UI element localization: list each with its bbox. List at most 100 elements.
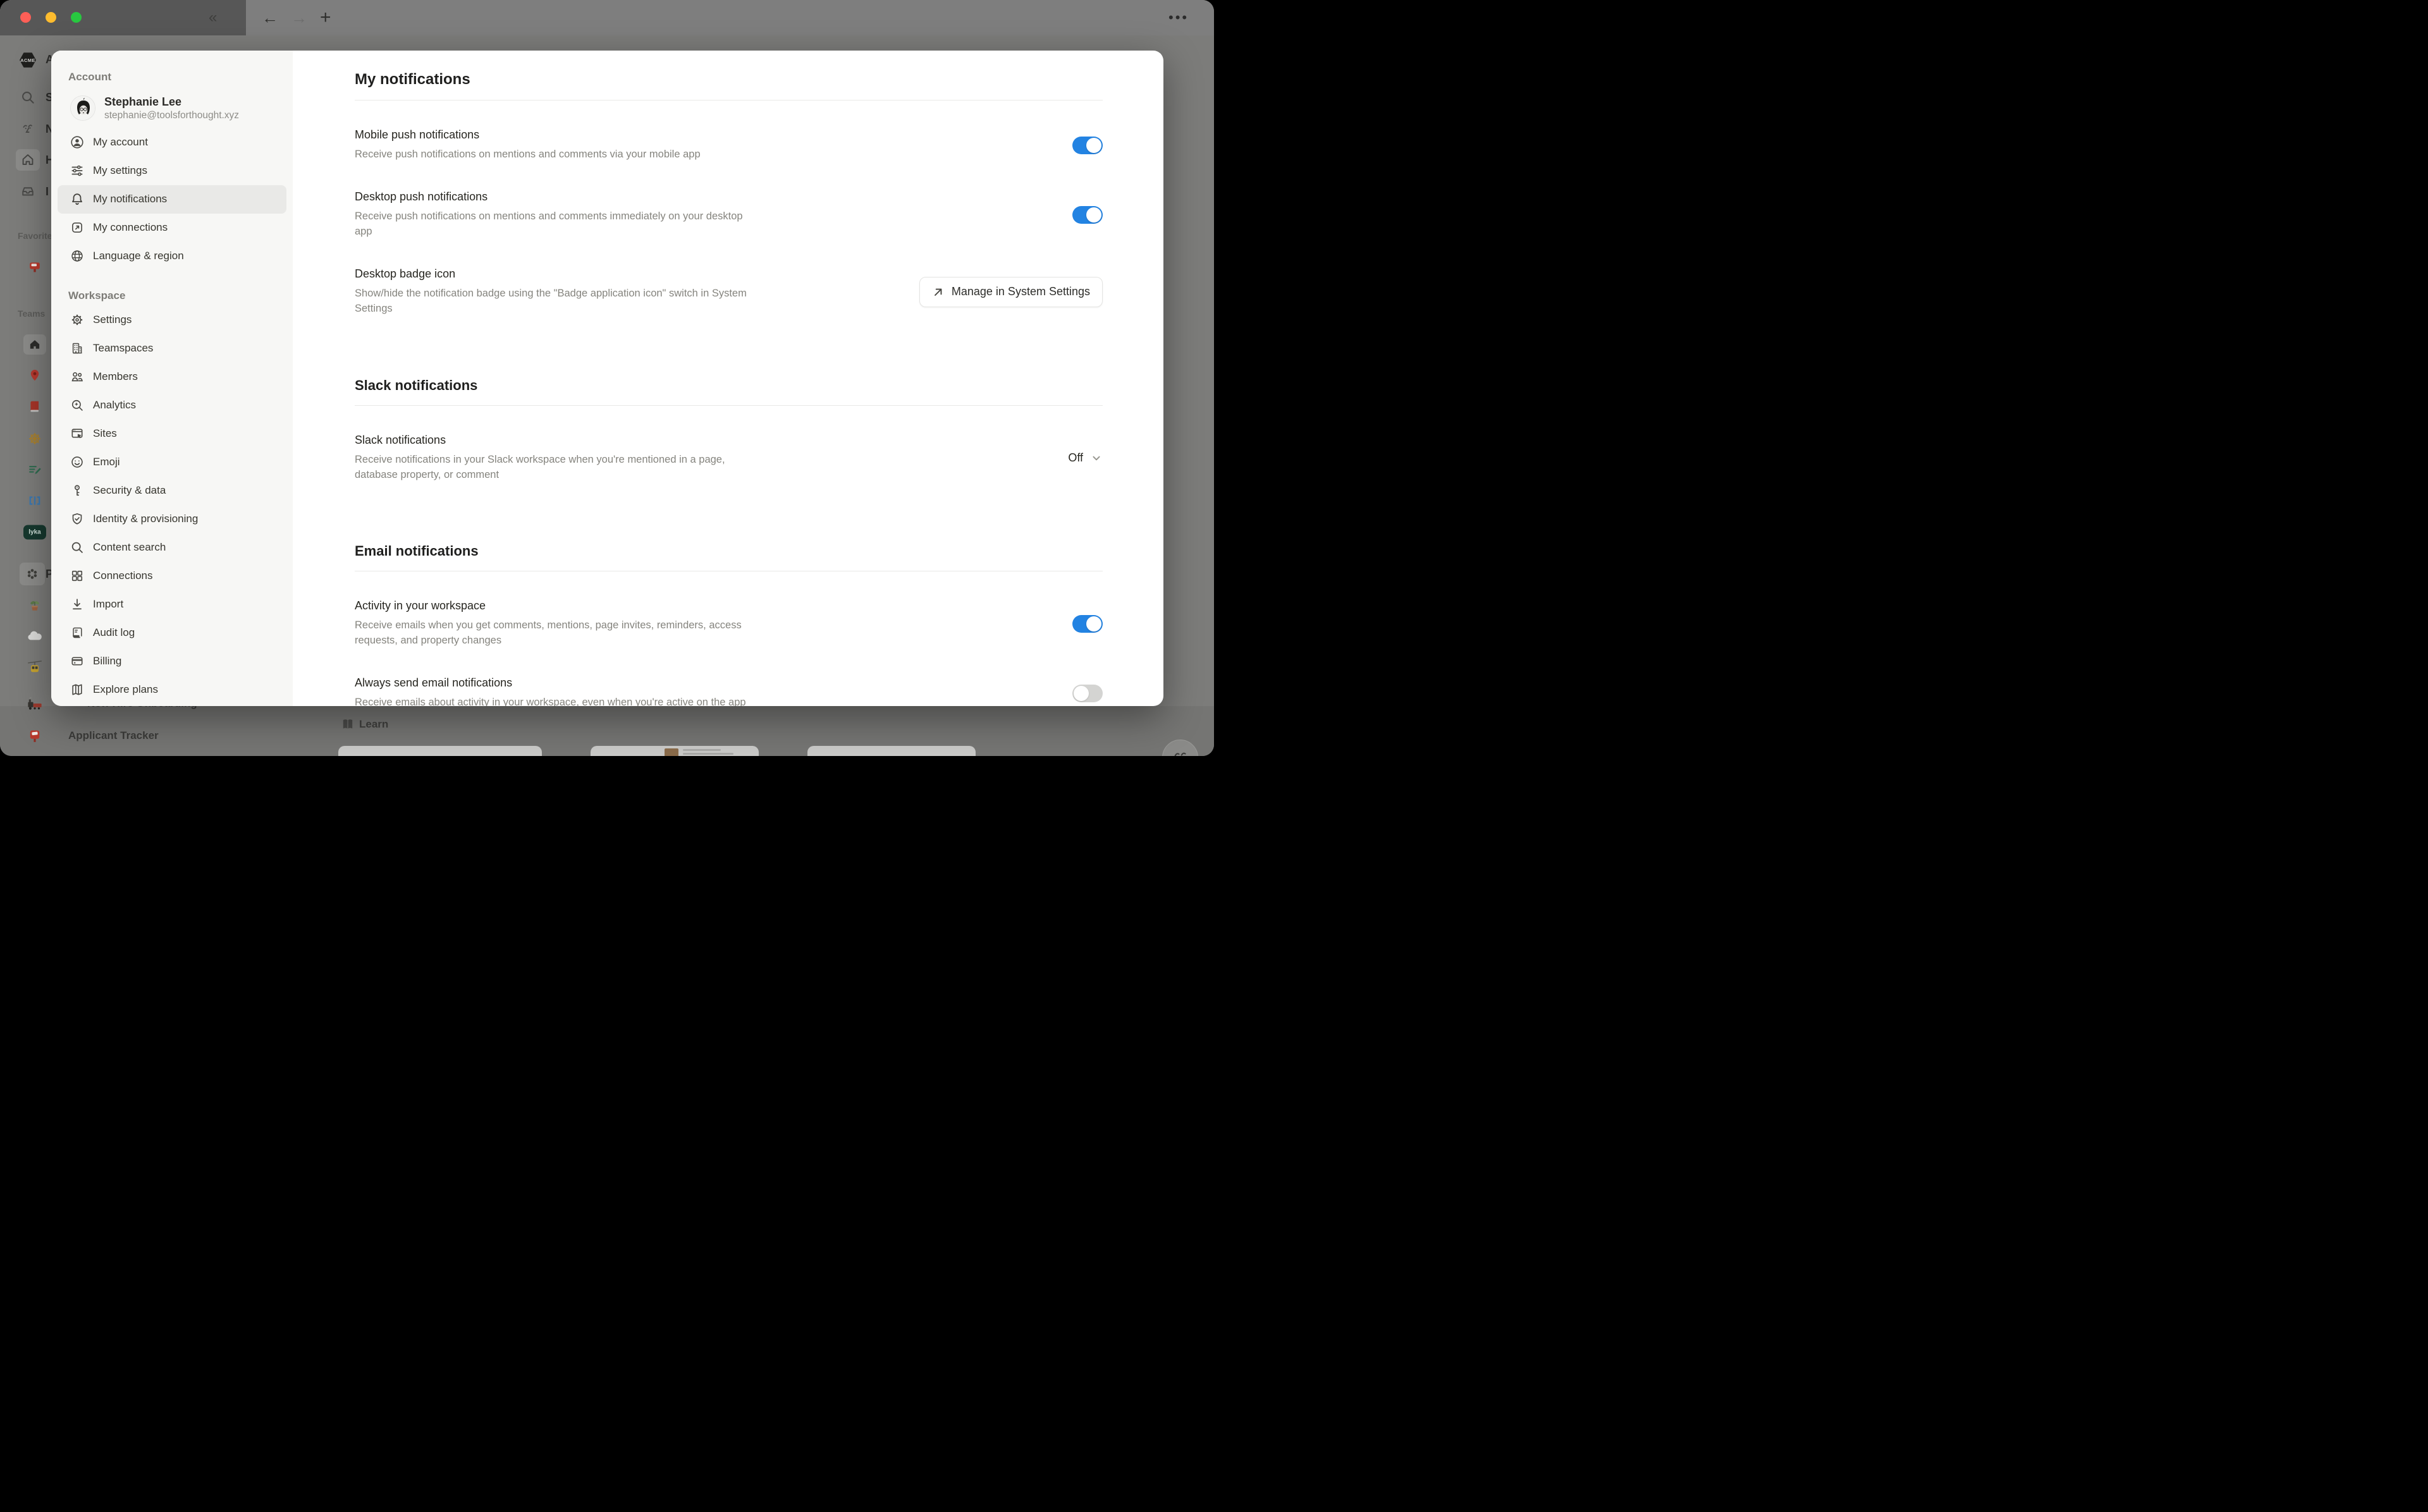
search-sparkle-icon [70,398,84,412]
desktop-badge-manage-button[interactable]: Manage in System Settings [919,277,1103,307]
sidebar-item-analytics[interactable]: Analytics [58,391,286,420]
setting-row-slack-notifications: Slack notifications Receive notifications… [355,434,1103,483]
setting-title: Desktop push notifications [355,190,1072,204]
sidebar-item-label: Identity & provisioning [93,513,198,525]
sidebar-item-label: Emoji [93,456,120,468]
account-menu-list: My account My settings My notifications My … [51,128,293,271]
account-section-heading: Account [68,71,293,83]
section-heading-email-notifications: Email notifications [355,543,1103,559]
setting-title: Activity in your workspace [355,599,1072,613]
workspace-section-heading: Workspace [68,290,293,302]
sidebar-item-identity-provisioning[interactable]: Identity & provisioning [58,505,286,533]
sidebar-item-sites[interactable]: Sites [58,420,286,448]
settings-sidebar: Account Stephanie Lee stephanie@toolsfor… [51,51,293,706]
workspace-menu-list: Settings Teamspaces Members Analytics Sites E… [51,306,293,704]
sidebar-item-my-account[interactable]: My account [58,128,286,157]
sidebar-item-my-connections[interactable]: My connections [58,214,286,242]
settings-content: My notifications Mobile push notification… [293,51,1163,706]
sidebar-item-security-data[interactable]: Security & data [58,477,286,505]
map-icon [70,683,84,697]
setting-row-always-email: Always send email notifications Receive e… [355,676,1103,706]
divider [355,405,1103,406]
setting-description: Receive push notifications on mentions a… [355,147,753,162]
sidebar-item-label: Teamspaces [93,342,153,355]
building-icon [70,341,84,355]
sidebar-item-label: Settings [93,314,132,326]
setting-row-mobile-push: Mobile push notifications Receive push no… [355,128,1103,162]
setting-text: Desktop push notifications Receive push n… [355,190,1072,240]
sidebar-item-label: Explore plans [93,683,158,696]
setting-description: Show/hide the notification badge using t… [355,286,753,317]
sidebar-item-settings[interactable]: Settings [58,306,286,334]
sidebar-item-label: Audit log [93,626,135,639]
account-user-row[interactable]: Stephanie Lee stephanie@toolsforthought.… [58,95,286,122]
setting-text: Mobile push notifications Receive push no… [355,128,1072,162]
sidebar-item-label: Sites [93,427,117,440]
sidebar-item-language-region[interactable]: Language & region [58,242,286,271]
sidebar-item-label: Members [93,370,138,383]
sidebar-item-label: Connections [93,570,153,582]
app-window: « ← → + ••• ACME A S N H I Favorites [0,0,1214,756]
desktop-push-toggle[interactable] [1072,206,1103,224]
sliders-icon [70,164,84,178]
browser-cursor-icon [70,427,84,441]
bell-icon [70,192,84,206]
always-email-toggle[interactable] [1072,685,1103,702]
setting-row-desktop-push: Desktop push notifications Receive push n… [355,190,1103,240]
sidebar-item-billing[interactable]: Billing [58,647,286,676]
sidebar-item-import[interactable]: Import [58,590,286,619]
sidebar-item-label: Language & region [93,250,184,262]
button-label: Manage in System Settings [952,285,1090,298]
sidebar-item-label: Analytics [93,399,136,412]
setting-text: Always send email notifications Receive e… [355,676,1072,706]
section-heading-slack-notifications: Slack notifications [355,377,1103,394]
setting-description: Receive notifications in your Slack work… [355,453,753,483]
sidebar-item-explore-plans[interactable]: Explore plans [58,676,286,704]
setting-title: Mobile push notifications [355,128,1072,142]
sidebar-item-teamspaces[interactable]: Teamspaces [58,334,286,363]
sidebar-item-emoji[interactable]: Emoji [58,448,286,477]
arrow-up-right-icon [932,286,945,298]
setting-description: Receive push notifications on mentions a… [355,209,753,240]
setting-description: Receive emails about activity in your wo… [355,695,753,706]
slack-notifications-select[interactable]: Off [1068,451,1103,465]
select-value: Off [1068,451,1083,465]
sidebar-item-label: Security & data [93,484,166,497]
sidebar-item-label: My notifications [93,193,167,205]
scroll-icon [70,626,84,640]
avatar [70,95,95,121]
toggle-knob [1086,616,1101,631]
arrow-down-icon [70,597,84,611]
toggle-knob [1074,686,1089,701]
sidebar-item-connections[interactable]: Connections [58,562,286,590]
sidebar-item-label: Import [93,598,123,611]
toggle-knob [1086,138,1101,153]
chevron-down-icon [1091,453,1101,463]
arrow-square-icon [70,221,84,235]
setting-text: Activity in your workspace Receive emails… [355,599,1072,649]
sidebar-item-label: Content search [93,541,166,554]
setting-title: Always send email notifications [355,676,1072,690]
globe-icon [70,249,84,263]
setting-description: Receive emails when you get comments, me… [355,618,753,649]
sidebar-item-content-search[interactable]: Content search [58,533,286,562]
section-heading-my-notifications: My notifications [355,71,1103,88]
shield-check-icon [70,512,84,526]
sidebar-item-label: My account [93,136,148,149]
gear-icon [70,313,84,327]
sidebar-item-audit-log[interactable]: Audit log [58,619,286,647]
mobile-push-toggle[interactable] [1072,137,1103,154]
sidebar-item-label: Billing [93,655,121,668]
people-icon [70,370,84,384]
setting-row-activity-email: Activity in your workspace Receive emails… [355,599,1103,649]
toggle-knob [1086,207,1101,223]
grid-icon [70,569,84,583]
setting-text: Desktop badge icon Show/hide the notifica… [355,267,919,317]
sidebar-item-my-notifications[interactable]: My notifications [58,185,286,214]
setting-title: Slack notifications [355,434,1068,447]
sidebar-item-my-settings[interactable]: My settings [58,157,286,185]
setting-title: Desktop badge icon [355,267,919,281]
activity-email-toggle[interactable] [1072,615,1103,633]
user-email: stephanie@toolsforthought.xyz [104,109,239,122]
sidebar-item-members[interactable]: Members [58,363,286,391]
